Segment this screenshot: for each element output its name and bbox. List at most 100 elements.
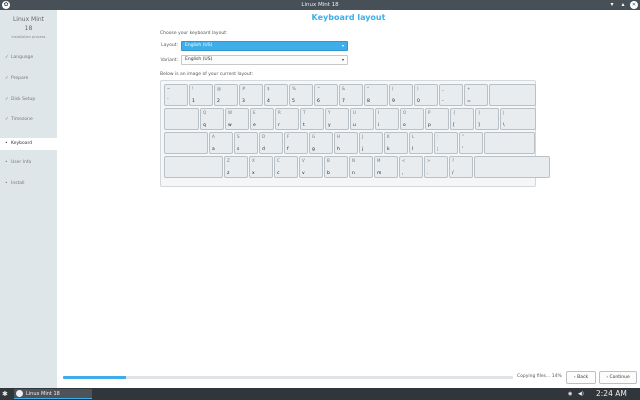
keyboard-key: Yy — [325, 108, 349, 130]
keyboard-key: <, — [399, 156, 423, 178]
key-base-label: o — [403, 123, 406, 128]
variant-label: Variant: — [160, 58, 178, 63]
keyboard-key: Bb — [324, 156, 348, 178]
back-button[interactable]: ‹ Back — [566, 371, 596, 384]
window-titlebar[interactable]: ✿ Linux Mint 18 ▾ ▴ ✕ — [0, 0, 640, 10]
keyboard-key: Kk — [384, 132, 408, 154]
key-shift-label: Y — [328, 110, 331, 115]
key-shift-label: ! — [192, 86, 194, 91]
key-base-label: 9 — [392, 99, 395, 104]
brand-name: Linux Mint — [12, 16, 45, 23]
keyboard-key: Nn — [349, 156, 373, 178]
key-base-label: d — [262, 147, 265, 152]
key-shift-label: O — [403, 110, 407, 115]
key-base-label: b — [327, 171, 330, 176]
key-base-label: 6 — [317, 99, 320, 104]
keyboard-key: " ' — [459, 132, 483, 154]
keyboard-key: & 7 — [339, 84, 363, 106]
keyboard-key: Dd — [259, 132, 283, 154]
install-progress-fill — [63, 376, 126, 379]
close-icon[interactable]: ✕ — [630, 1, 638, 9]
key-base-label: = — [467, 99, 471, 104]
key-shift-label: V — [302, 158, 305, 163]
key-shift-label: T — [303, 110, 306, 115]
key-base-label: i — [378, 123, 380, 128]
keyboard-key: Jj — [359, 132, 383, 154]
window-title: Linux Mint 18 — [301, 2, 339, 8]
key-base-label: - — [442, 99, 444, 104]
variant-combobox[interactable]: English (US) ▾ — [181, 55, 348, 65]
key-shift-label: D — [262, 134, 266, 139]
key-base-label: [ — [453, 123, 455, 128]
chevron-down-icon: ▾ — [341, 43, 344, 48]
key-base-label: c — [277, 171, 280, 176]
key-base-label: 5 — [292, 99, 295, 104]
keyboard-key: ! 1 — [189, 84, 213, 106]
keyboard-key: #3 — [239, 84, 263, 106]
key-shift-label: ^ — [317, 86, 321, 91]
key-base-label: x — [252, 171, 255, 176]
notification-icon[interactable]: ◉ — [568, 389, 572, 399]
key-shift-label: { — [453, 110, 456, 115]
continue-button[interactable]: › Continue — [599, 371, 637, 384]
step-label: Prepare — [11, 76, 29, 81]
key-shift-label: # — [242, 86, 246, 91]
keyboard-key: }] — [475, 108, 499, 130]
key-base-label: v — [302, 171, 305, 176]
key-shift-label: E — [253, 110, 256, 115]
key-base-label: 8 — [367, 99, 370, 104]
step-prepare: ✓ Prepare — [0, 73, 57, 85]
step-language: ✓ Language — [0, 52, 57, 64]
choose-layout-text: Choose your keyboard layout: — [160, 31, 228, 36]
key-shift-label: % — [292, 86, 296, 91]
key-shift-label: Q — [203, 110, 207, 115]
key-shift-label: W — [228, 110, 232, 115]
step-user-info: • User Info — [0, 157, 57, 169]
keyboard-key: | \ — [500, 108, 536, 130]
kde-start-icon[interactable]: ✱ — [2, 390, 10, 398]
key-base-label: 3 — [242, 99, 245, 104]
taskbar: ✱ Linux Mint 18 ◉ ◀) 2:24 AM — [0, 388, 640, 400]
key-base-label: a — [212, 147, 215, 152]
keyboard-key: Ww — [225, 108, 249, 130]
key-base-label: y — [328, 123, 331, 128]
keyboard-key: >. — [424, 156, 448, 178]
keyboard-key: Ee — [250, 108, 274, 130]
speaker-icon[interactable]: ◀) — [578, 389, 584, 399]
key-shift-label: A — [212, 134, 215, 139]
key-shift-label: ) — [417, 86, 419, 91]
forward-arrow-icon: › — [606, 375, 609, 380]
taskbar-task-installer[interactable]: Linux Mint 18 — [14, 389, 92, 399]
clock[interactable]: 2:24 AM — [596, 388, 627, 400]
key-shift-label: P — [428, 110, 431, 115]
brand-block: Linux Mint 18 Installation process — [0, 16, 57, 39]
step-label: Timezone — [11, 117, 33, 122]
step-label: Install — [11, 181, 25, 186]
key-shift-label: G — [312, 134, 316, 139]
key-base-label: w — [228, 123, 232, 128]
progress-status-text: Copying files... 14% — [517, 374, 562, 379]
key-base-label: 4 — [267, 99, 270, 104]
key-shift-label: J — [362, 134, 364, 139]
chevron-down-icon: ▾ — [341, 57, 344, 62]
step-label: User Info — [11, 160, 32, 165]
key-base-label: q — [203, 123, 206, 128]
key-base-label: e — [253, 123, 256, 128]
layout-combobox[interactable]: English (US) ▾ — [181, 41, 348, 51]
minimize-icon[interactable]: ▾ — [608, 1, 616, 9]
back-arrow-icon: ‹ — [573, 375, 576, 380]
keyboard-key: + = — [464, 84, 488, 106]
key-base-label: f — [287, 147, 289, 152]
continue-label: Continue — [609, 375, 630, 380]
install-progress-bar — [63, 376, 513, 379]
keyboard-key — [489, 84, 536, 106]
keyboard-key — [474, 156, 550, 178]
key-shift-label: U — [353, 110, 356, 115]
key-shift-label: _ — [442, 86, 444, 91]
installer-footer: Copying files... 14% ‹ Back › Continue — [57, 369, 640, 388]
keyboard-key: * 8 — [364, 84, 388, 106]
keyboard-key: $4 — [264, 84, 288, 106]
key-shift-label: F — [287, 134, 290, 139]
maximize-icon[interactable]: ▴ — [619, 1, 627, 9]
keyboard-key: ~ ` — [164, 84, 188, 106]
